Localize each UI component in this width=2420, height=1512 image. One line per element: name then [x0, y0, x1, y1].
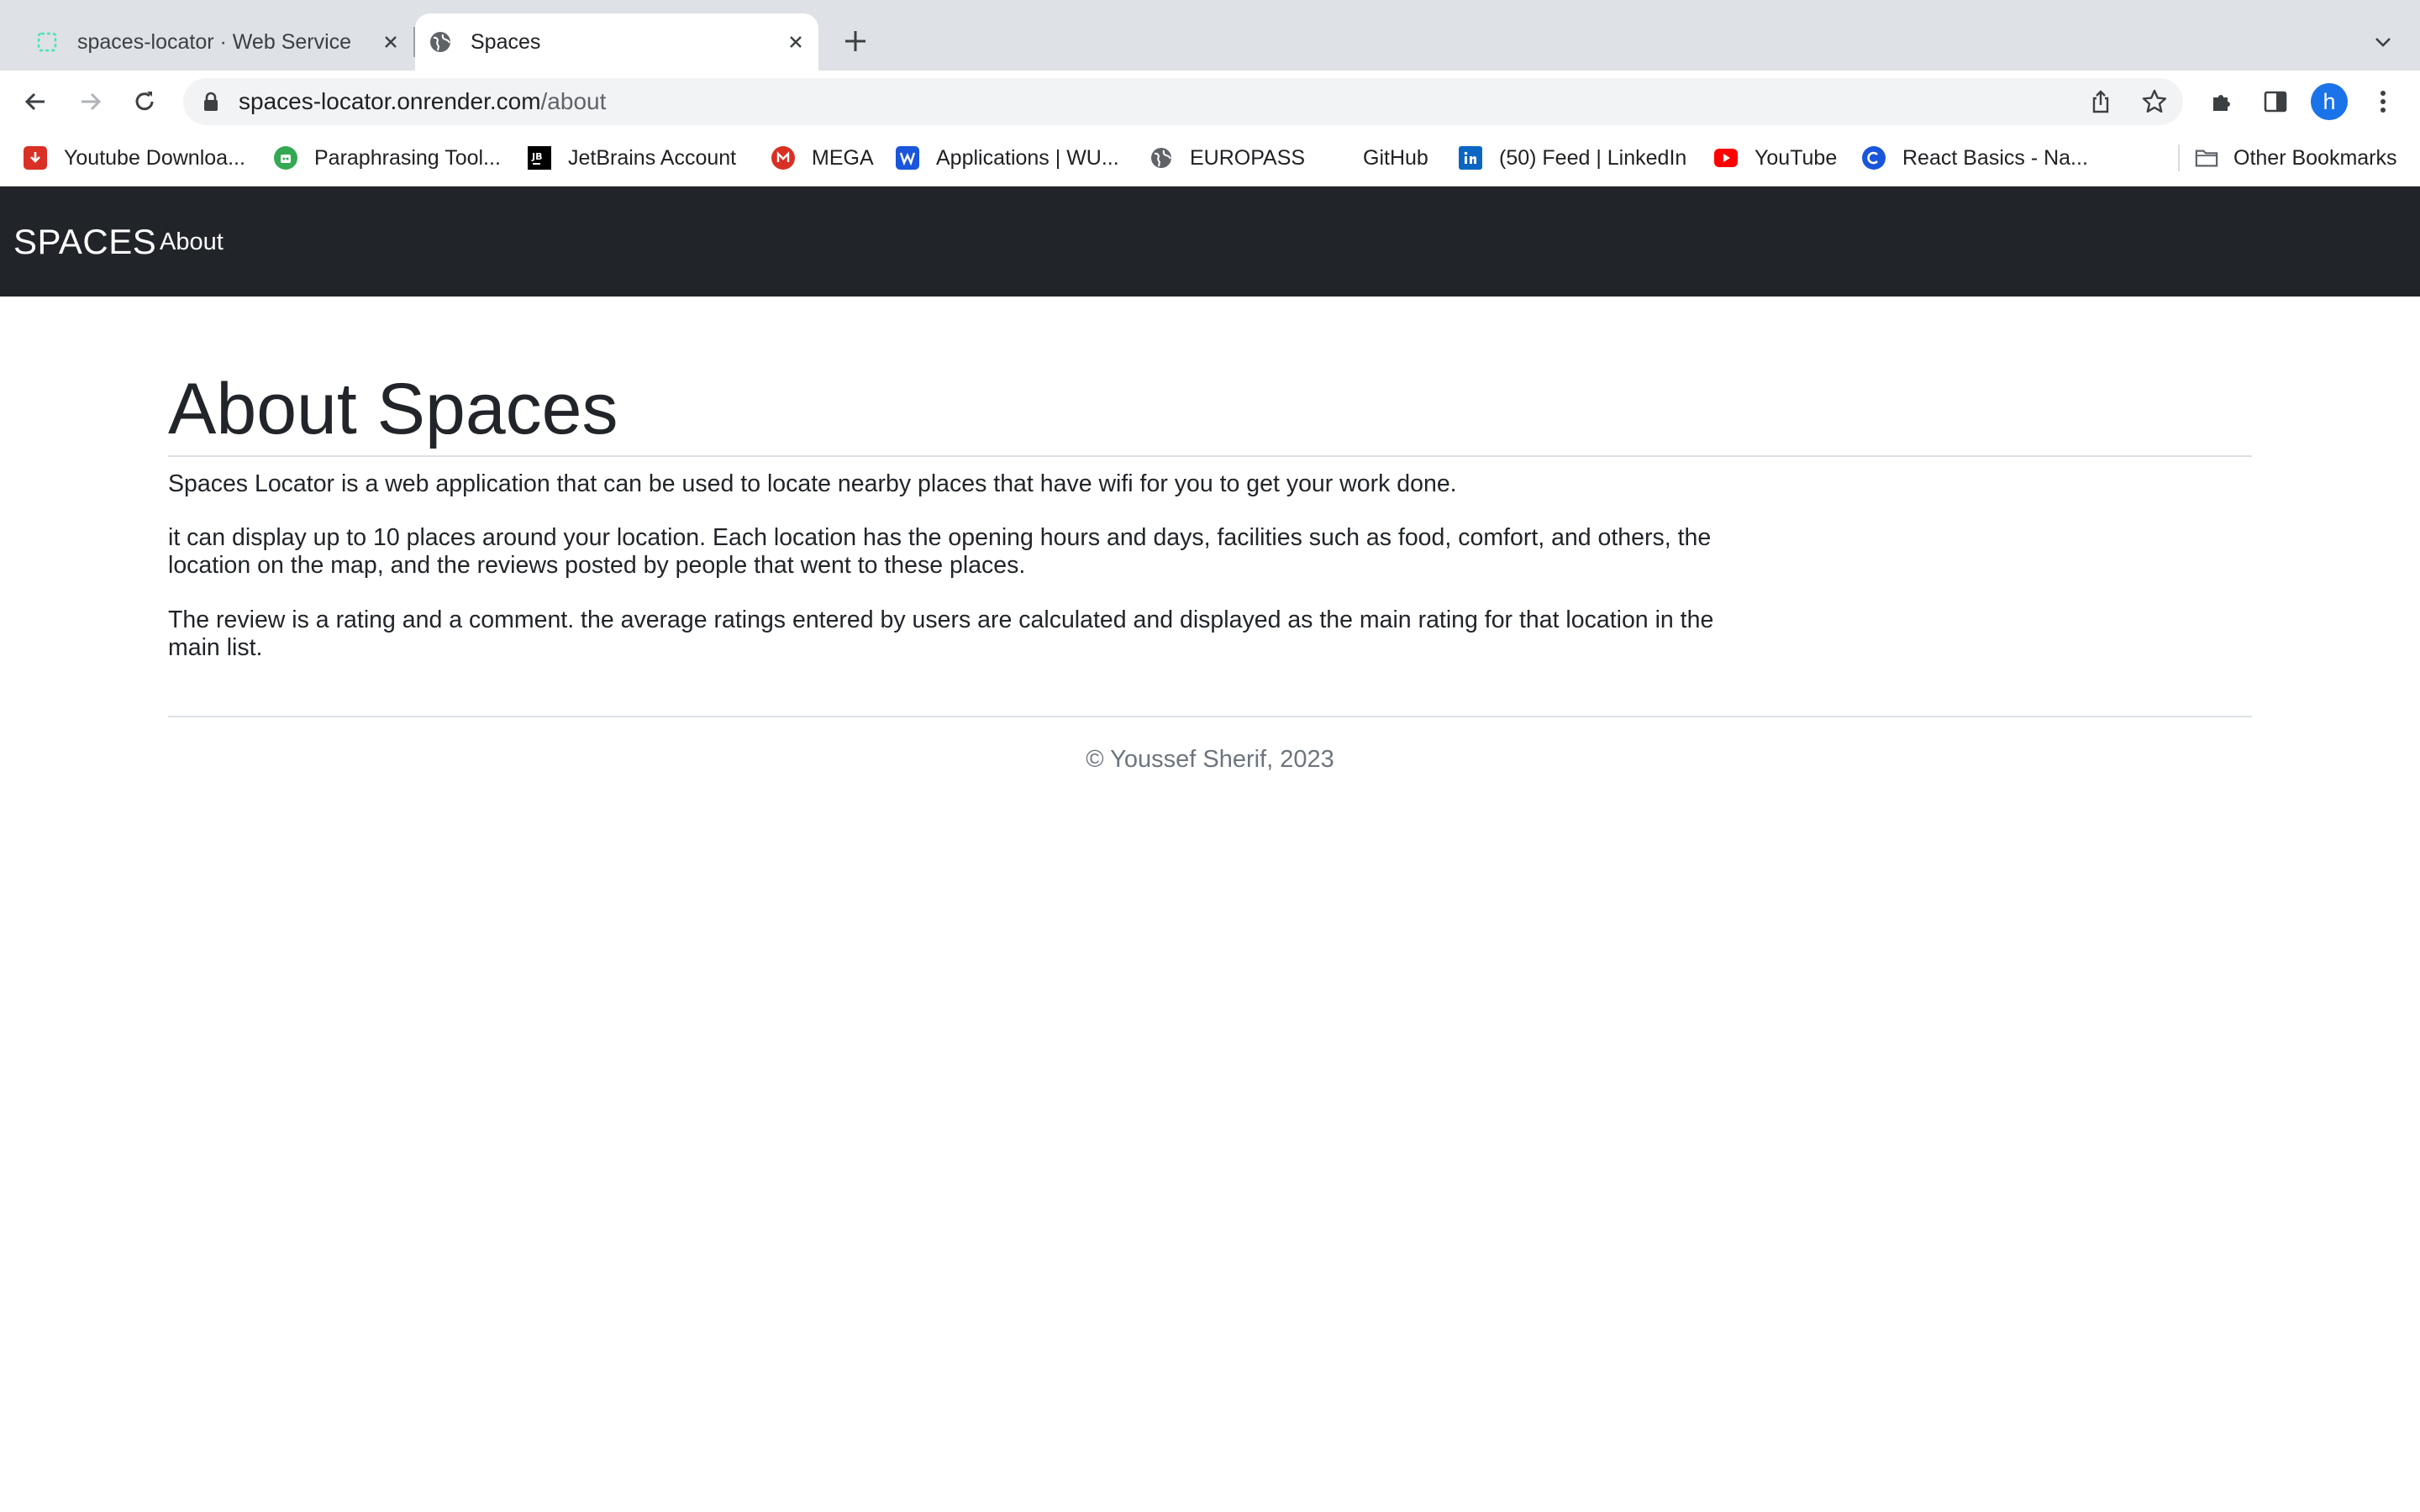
bookmark-label: GitHub	[1363, 145, 1428, 170]
about-paragraph: Spaces Locator is a web application that…	[168, 470, 1457, 497]
youtube-icon	[1714, 149, 1738, 167]
tab-title: Spaces	[471, 29, 541, 54]
folder-icon	[2195, 146, 2218, 170]
side-panel-icon[interactable]	[2257, 83, 2294, 120]
footer-copyright: © Youssef Sherif, 2023	[1086, 746, 1334, 773]
bookmark-label: Other Bookmarks	[2233, 145, 2397, 170]
site-navbar	[0, 186, 2420, 297]
tab-title: spaces-locator · Web Service	[77, 29, 352, 54]
linkedin-icon	[1459, 146, 1482, 170]
bookmark-label: (50) Feed | LinkedIn	[1499, 145, 1687, 170]
mega-icon	[771, 146, 795, 170]
bookmark-mega[interactable]: MEGA	[771, 141, 874, 175]
back-icon[interactable]	[17, 83, 54, 120]
bookmark-europass[interactable]: EUROPASS	[1150, 141, 1305, 175]
tab-spaces[interactable]: Spaces	[415, 13, 818, 71]
nav-link-about[interactable]: About	[160, 225, 224, 259]
bookmark-label: EUROPASS	[1190, 145, 1306, 170]
close-icon[interactable]	[781, 28, 810, 56]
bookmark-label: MEGA	[812, 145, 874, 170]
globe-icon	[1150, 146, 1173, 170]
w-icon	[896, 146, 919, 170]
about-paragraph: The review is a rating and a comment. th…	[168, 606, 1714, 661]
bookmark-label: JetBrains Account	[568, 145, 737, 170]
url-path: /about	[540, 88, 607, 114]
bookmark-label: Paraphrasing Tool...	[314, 145, 501, 170]
divider	[168, 716, 2252, 717]
new-tab-button[interactable]	[839, 24, 872, 58]
tab-spaces-locator-web-service[interactable]: spaces-locator · Web Service	[22, 13, 413, 71]
bookmark-jetbrains-account[interactable]: JB JetBrains Account	[528, 141, 736, 175]
close-icon[interactable]	[376, 28, 405, 56]
bookmark-applications-wu[interactable]: Applications | WU...	[896, 141, 1119, 175]
bookmark-linkedin[interactable]: (50) Feed | LinkedIn	[1459, 141, 1686, 175]
page-title: About Spaces	[168, 369, 618, 449]
bookmark-react-basics[interactable]: React Basics - Na...	[1862, 141, 2088, 175]
bookmark-star-icon[interactable]	[2136, 83, 2173, 120]
globe-icon	[429, 30, 452, 54]
bookmark-label: React Basics - Na...	[1902, 145, 2088, 170]
lock-icon[interactable]	[198, 88, 224, 115]
tab-search-chevron-icon[interactable]	[2366, 25, 2400, 59]
profile-avatar[interactable]: h	[2311, 83, 2348, 120]
bookmark-github[interactable]: GitHub	[1323, 141, 1428, 175]
bookmark-youtube-downloader[interactable]: Youtube Downloa...	[24, 141, 245, 175]
c-icon	[1862, 146, 1886, 170]
bookmarks-divider	[2178, 144, 2180, 171]
share-icon[interactable]	[2082, 83, 2119, 120]
url-text[interactable]: spaces-locator.onrender.com/about	[239, 86, 606, 118]
bookmark-label: Youtube Downloa...	[64, 145, 245, 170]
reload-icon[interactable]	[126, 83, 163, 120]
other-bookmarks-folder[interactable]: Other Bookmarks	[2195, 141, 2397, 175]
site-brand-link[interactable]: SPACES	[13, 220, 156, 264]
bookmark-youtube[interactable]: YouTube	[1714, 141, 1837, 175]
divider	[168, 455, 2252, 457]
extensions-icon[interactable]	[2203, 83, 2240, 120]
jetbrains-icon: JB	[528, 146, 551, 170]
bookmark-label: Applications | WU...	[936, 145, 1119, 170]
bookmark-label: YouTube	[1754, 145, 1838, 170]
svg-text:JB: JB	[531, 151, 542, 162]
forward-icon[interactable]	[72, 83, 109, 120]
bookmark-paraphrasing-tool[interactable]: Paraphrasing Tool...	[274, 141, 501, 175]
url-host: spaces-locator.onrender.com	[239, 88, 541, 114]
about-paragraph: it can display up to 10 places around yo…	[168, 524, 1712, 579]
robot-icon	[274, 146, 297, 170]
menu-kebab-icon[interactable]	[2365, 83, 2402, 120]
github-icon	[1323, 146, 1346, 170]
render-icon	[35, 30, 59, 54]
download-icon	[24, 146, 47, 170]
